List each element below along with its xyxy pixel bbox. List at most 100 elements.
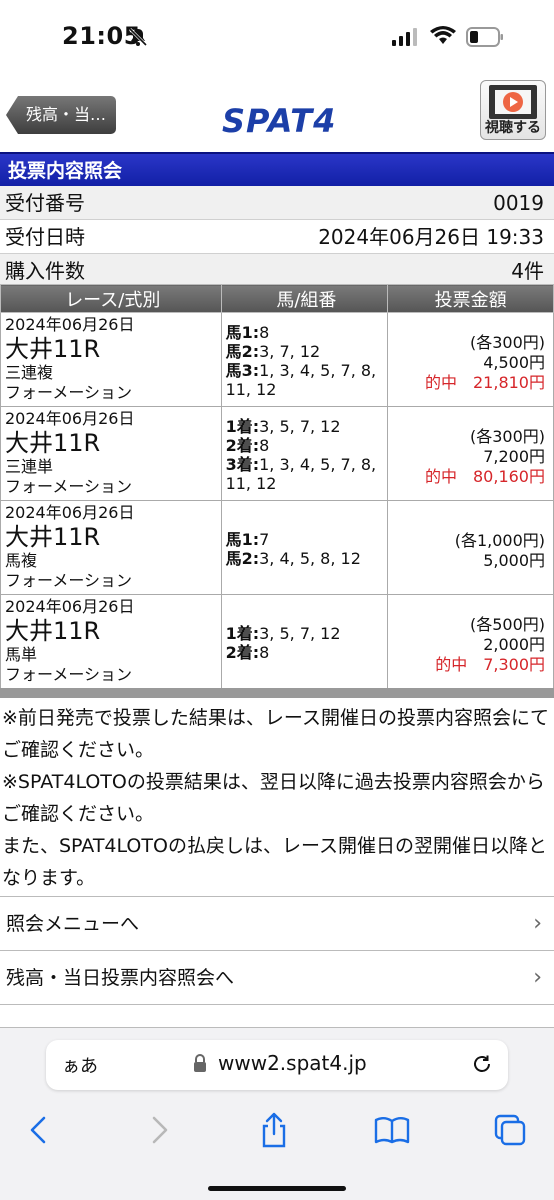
signal-icon <box>392 28 417 46</box>
combo-key: 馬2: <box>225 342 260 361</box>
combo-key: 1着: <box>225 417 260 436</box>
purchase-count-value: 4件 <box>511 259 544 283</box>
note-text: また、SPAT4LOTOの払戻しは、レース開催日の翌開催日以降となります。 <box>2 835 547 889</box>
browser-toolbar <box>0 1110 554 1160</box>
notes: ※前日発売で投票した結果は、レース開催日の投票内容照会にてご確認ください。 ※S… <box>2 702 552 894</box>
menu-item-label: 照会メニューへ <box>6 913 140 935</box>
combo-key: 2着: <box>225 436 260 455</box>
race-date: 2024年06月26日 <box>5 409 135 428</box>
race-date: 2024年06月26日 <box>5 597 135 616</box>
chevron-right-icon: › <box>533 965 542 990</box>
race-date: 2024年06月26日 <box>5 315 135 334</box>
combo-value: 3, 4, 5, 8, 12 <box>259 549 361 568</box>
combo-value: 3, 5, 7, 12 <box>259 624 341 643</box>
text-size-button[interactable]: ぁあ <box>62 1052 98 1078</box>
bet-method: フォーメーション <box>5 383 133 402</box>
site-header: 残高・当… SPAT4 視聴する <box>0 74 554 152</box>
receipt-number-value: 0019 <box>493 191 544 215</box>
home-indicator <box>208 1186 346 1191</box>
combo-value: 1, 3, 4, 5, 7, 8, <box>259 361 377 380</box>
table-row: 2024年06月26日 大井11R 三連複 フォーメーション 馬1:8 馬2:3… <box>0 312 554 407</box>
back-arrow-icon[interactable] <box>20 1110 60 1150</box>
menu-item-inquiry[interactable]: 照会メニューへ › <box>0 897 554 951</box>
combo-value: 1, 3, 4, 5, 7, 8, <box>259 455 377 474</box>
amount-each: (各1,000円) <box>454 531 545 550</box>
note-text: ※SPAT4LOTOの投票結果は、翌日以降に過去投票内容照会からご確認ください。 <box>2 771 545 825</box>
combo-value: 7 <box>259 530 270 549</box>
bookmarks-icon[interactable] <box>372 1110 412 1150</box>
combo-key: 2着: <box>225 643 260 662</box>
amount-each: (各300円) <box>469 427 545 446</box>
menu-item-label: 残高・当日投票内容照会へ <box>6 967 235 989</box>
race-name: 大井11R <box>5 523 101 551</box>
hit-payout: 的中 80,160円 <box>425 467 545 486</box>
header-amount: 投票金額 <box>387 284 554 313</box>
menu-item-partial[interactable] <box>0 1010 554 1028</box>
combo-cell: 馬1:8 馬2:3, 7, 12 馬3:1, 3, 4, 5, 7, 8, 11… <box>220 312 389 407</box>
race-cell: 2024年06月26日 大井11R 三連単 フォーメーション <box>0 406 222 501</box>
note-text: ※前日発売で投票した結果は、レース開催日の投票内容照会にてご確認ください。 <box>2 707 549 761</box>
combo-value: 8 <box>259 643 270 662</box>
combo-key: 3着: <box>225 455 260 474</box>
reload-icon[interactable] <box>470 1052 494 1076</box>
status-bar: 21:05 <box>0 0 554 74</box>
bet-type: 三連複 <box>5 363 54 382</box>
video-play-icon <box>489 85 537 119</box>
combo-value: 3, 5, 7, 12 <box>259 417 341 436</box>
purchase-count-label: 購入件数 <box>5 259 85 283</box>
race-cell: 2024年06月26日 大井11R 馬複 フォーメーション <box>0 500 222 595</box>
spat4-logo: SPAT4 <box>222 102 337 140</box>
combo-value: 8 <box>259 436 270 455</box>
amount-each: (各300円) <box>469 333 545 352</box>
amount-each: (各500円) <box>469 615 545 634</box>
amount-cell: (各300円) 4,500円 的中 21,810円 <box>387 312 554 407</box>
amount-total: 7,200円 <box>483 447 545 466</box>
receipt-number-label: 受付番号 <box>5 191 85 215</box>
purchase-count-row: 購入件数 4件 <box>0 254 554 288</box>
bell-slash-icon <box>128 27 148 47</box>
info-rows: 受付番号 0019 受付日時 2024年06月26日 19:33 購入件数 4件 <box>0 186 554 288</box>
header-race: レース/式別 <box>0 284 222 313</box>
tabs-icon[interactable] <box>490 1110 530 1150</box>
menu-list: 照会メニューへ › 残高・当日投票内容照会へ › <box>0 896 554 1005</box>
hit-payout: 的中 7,300円 <box>435 655 545 674</box>
lock-icon <box>194 1054 206 1072</box>
race-cell: 2024年06月26日 大井11R 馬単 フォーメーション <box>0 594 222 689</box>
address-bar[interactable]: ぁあ www2.spat4.jp <box>46 1040 508 1090</box>
wifi-icon <box>430 26 456 44</box>
bet-method: フォーメーション <box>5 571 133 590</box>
bet-method: フォーメーション <box>5 477 133 496</box>
bet-type: 馬複 <box>5 551 38 570</box>
combo-key: 馬2: <box>225 549 260 568</box>
table-divider <box>0 688 554 698</box>
receipt-datetime-value: 2024年06月26日 19:33 <box>318 225 544 249</box>
receipt-datetime-label: 受付日時 <box>5 225 85 249</box>
amount-total: 2,000円 <box>483 635 545 654</box>
chevron-right-icon: › <box>533 911 542 936</box>
bet-type: 馬単 <box>5 645 38 664</box>
combo-cell: 1着:3, 5, 7, 12 2着:8 <box>220 594 389 689</box>
table-row: 2024年06月26日 大井11R 三連単 フォーメーション 1着:3, 5, … <box>0 406 554 501</box>
combo-key: 1着: <box>225 624 260 643</box>
race-name: 大井11R <box>5 429 101 457</box>
combo-value: 11, 12 <box>225 474 277 493</box>
amount-cell: (各500円) 2,000円 的中 7,300円 <box>387 594 554 689</box>
forward-arrow-icon[interactable] <box>138 1110 178 1150</box>
combo-key: 馬1: <box>225 323 260 342</box>
combo-cell: 1着:3, 5, 7, 12 2着:8 3着:1, 3, 4, 5, 7, 8,… <box>220 406 389 501</box>
table-row: 2024年06月26日 大井11R 馬複 フォーメーション 馬1:7 馬2:3,… <box>0 500 554 595</box>
race-cell: 2024年06月26日 大井11R 三連複 フォーメーション <box>0 312 222 407</box>
page-title: 投票内容照会 <box>0 152 554 186</box>
menu-item-balance[interactable]: 残高・当日投票内容照会へ › <box>0 951 554 1005</box>
share-icon[interactable] <box>254 1110 294 1150</box>
back-button[interactable]: 残高・当… <box>6 96 116 134</box>
combo-cell: 馬1:7 馬2:3, 4, 5, 8, 12 <box>220 500 389 595</box>
browser-chrome: ぁあ www2.spat4.jp <box>0 1028 554 1200</box>
amount-total: 5,000円 <box>483 551 545 570</box>
table-header: レース/式別 馬/組番 投票金額 <box>0 284 554 313</box>
watch-button[interactable]: 視聴する <box>480 80 546 140</box>
combo-value: 11, 12 <box>225 380 277 399</box>
url-text: www2.spat4.jp <box>218 1051 367 1075</box>
receipt-datetime-row: 受付日時 2024年06月26日 19:33 <box>0 220 554 254</box>
combo-value: 3, 7, 12 <box>259 342 321 361</box>
